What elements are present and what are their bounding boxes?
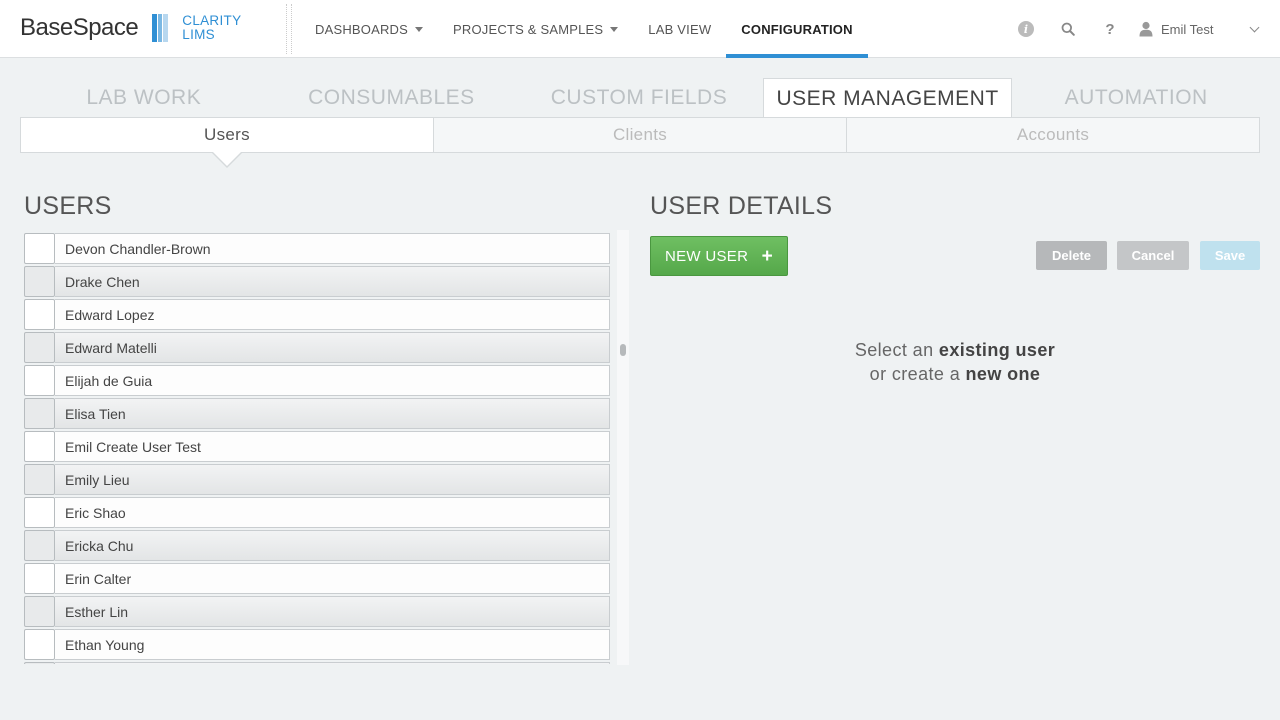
nav-lab-view[interactable]: LAB VIEW — [633, 0, 726, 58]
user-row[interactable]: Ericka Chu — [24, 530, 610, 561]
user-name-cell[interactable]: Ericka Chu — [55, 530, 610, 561]
users-title: USERS — [24, 192, 112, 220]
basespace-logo-text: BaseSpace — [20, 14, 139, 41]
subtab-users[interactable]: Users — [21, 118, 433, 152]
user-name-cell[interactable]: Esther Lin — [55, 596, 610, 627]
caret-down-icon — [415, 26, 424, 32]
nav-dashboards[interactable]: DASHBOARDS — [300, 0, 438, 58]
help-button[interactable]: ? — [1089, 0, 1131, 58]
user-name-cell[interactable]: Devon Chandler-Brown — [55, 233, 610, 264]
user-checkbox[interactable] — [24, 365, 55, 396]
clarity-logo-mark — [152, 14, 169, 42]
user-name-cell[interactable]: Drake Chen — [55, 266, 610, 297]
user-checkbox[interactable] — [24, 299, 55, 330]
empty-state-message: Select an existing user or create a new … — [854, 340, 1056, 384]
delete-button[interactable]: Delete — [1036, 241, 1107, 270]
user-checkbox[interactable] — [24, 431, 55, 462]
search-icon — [1061, 22, 1075, 36]
nav-projects-samples[interactable]: PROJECTS & SAMPLES — [438, 0, 633, 58]
user-row[interactable]: Drake Chen — [24, 266, 610, 297]
user-checkbox[interactable] — [24, 398, 55, 429]
user-row[interactable] — [24, 662, 610, 664]
user-name-cell[interactable]: Elisa Tien — [55, 398, 610, 429]
chevron-down-icon — [1249, 22, 1260, 32]
user-row[interactable]: Devon Chandler-Brown — [24, 233, 610, 264]
subtab-clients[interactable]: Clients — [433, 118, 846, 152]
user-row[interactable]: Edward Lopez — [24, 299, 610, 330]
user-name-cell[interactable]: Edward Lopez — [55, 299, 610, 330]
help-icon: ? — [1105, 20, 1115, 38]
user-checkbox[interactable] — [24, 530, 55, 561]
user-checkbox[interactable] — [24, 662, 55, 664]
user-row[interactable]: Emil Create User Test — [24, 431, 610, 462]
info-icon: i — [1018, 21, 1034, 37]
clarity-logo-text: CLARITY LIMS — [182, 13, 242, 42]
user-checkbox[interactable] — [24, 596, 55, 627]
user-name-cell[interactable]: Elijah de Guia — [55, 365, 610, 396]
save-button[interactable]: Save — [1200, 241, 1260, 270]
user-checkbox[interactable] — [24, 464, 55, 495]
caret-down-icon — [610, 26, 619, 32]
info-button[interactable]: i — [1005, 0, 1047, 58]
user-name-cell[interactable]: Emil Create User Test — [55, 431, 610, 462]
user-name-cell[interactable]: Emily Lieu — [55, 464, 610, 495]
user-checkbox[interactable] — [24, 266, 55, 297]
user-row[interactable]: Edward Matelli — [24, 332, 610, 363]
user-name-cell[interactable]: Erin Calter — [55, 563, 610, 594]
user-row[interactable]: Eric Shao — [24, 497, 610, 528]
tab-custom-fields[interactable]: CUSTOM FIELDS — [515, 78, 763, 118]
tab-automation[interactable]: AUTOMATION — [1012, 78, 1260, 118]
user-name-cell[interactable]: Ethan Young — [55, 629, 610, 660]
logo[interactable]: BaseSpace CLARITY LIMS — [20, 14, 241, 42]
header-divider — [286, 4, 292, 54]
user-name-cell[interactable] — [55, 662, 610, 664]
user-row[interactable]: Elijah de Guia — [24, 365, 610, 396]
user-name-cell[interactable]: Edward Matelli — [55, 332, 610, 363]
user-icon — [1139, 21, 1153, 37]
tab-user-management[interactable]: USER MANAGEMENT — [762, 78, 1013, 119]
user-name-cell[interactable]: Eric Shao — [55, 497, 610, 528]
top-bar: BaseSpace CLARITY LIMS DASHBOARDS PROJEC… — [0, 0, 1280, 58]
user-menu[interactable]: Emil Test — [1131, 0, 1280, 58]
nav-configuration[interactable]: CONFIGURATION — [726, 0, 869, 58]
configuration-tabs: LAB WORK CONSUMABLES CUSTOM FIELDS USER … — [20, 78, 1260, 119]
new-user-label: NEW USER — [665, 247, 749, 265]
header-tools: i ? Emil Test — [1005, 0, 1280, 58]
subtab-accounts[interactable]: Accounts — [846, 118, 1259, 152]
active-subtab-pointer — [211, 151, 243, 168]
user-details-title: USER DETAILS — [650, 192, 833, 220]
tab-consumables[interactable]: CONSUMABLES — [268, 78, 516, 118]
search-button[interactable] — [1047, 0, 1089, 58]
main-nav: DASHBOARDS PROJECTS & SAMPLES LAB VIEW C… — [300, 0, 869, 58]
user-row[interactable]: Emily Lieu — [24, 464, 610, 495]
user-checkbox[interactable] — [24, 629, 55, 660]
user-row[interactable]: Esther Lin — [24, 596, 610, 627]
new-user-button[interactable]: NEW USER + — [650, 236, 788, 276]
scrollbar-thumb[interactable] — [620, 344, 626, 356]
user-row[interactable]: Ethan Young — [24, 629, 610, 660]
user-list: Devon Chandler-Brown Drake Chen Edward L… — [24, 233, 610, 664]
user-checkbox[interactable] — [24, 497, 55, 528]
user-row[interactable]: Erin Calter — [24, 563, 610, 594]
user-checkbox[interactable] — [24, 563, 55, 594]
plus-icon: + — [761, 246, 773, 267]
user-list-scrollbar[interactable] — [617, 230, 629, 665]
tab-lab-work[interactable]: LAB WORK — [20, 78, 268, 118]
user-checkbox[interactable] — [24, 233, 55, 264]
user-row[interactable]: Elisa Tien — [24, 398, 610, 429]
user-checkbox[interactable] — [24, 332, 55, 363]
user-name: Emil Test — [1161, 21, 1214, 37]
cancel-button[interactable]: Cancel — [1117, 241, 1189, 270]
user-management-subtabs: Users Clients Accounts — [20, 117, 1260, 153]
